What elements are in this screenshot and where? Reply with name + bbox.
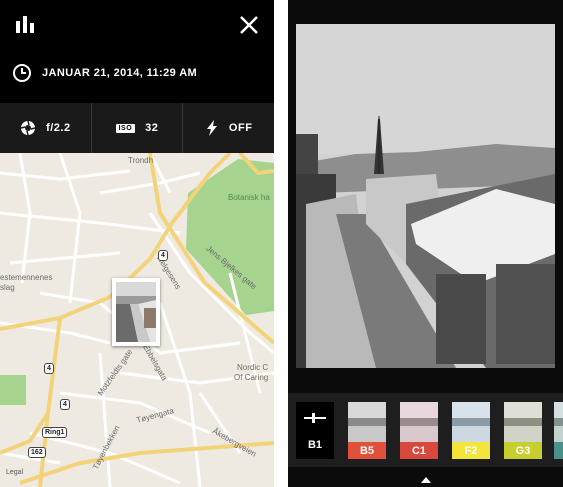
filter-thumbnail[interactable]: B5 (348, 402, 386, 459)
street-label: Trondh (128, 156, 154, 165)
capture-date-row: JANUAR 21, 2014, 11:29 AM (12, 62, 197, 84)
filter-label: B5 (348, 442, 386, 459)
filter-selected[interactable]: B1 (296, 402, 334, 459)
road-number-badge: Ring1 (42, 427, 68, 438)
legal-link[interactable]: Legal (6, 469, 23, 476)
expand-tray-arrow-icon[interactable] (421, 477, 431, 483)
filter-label: G3 (504, 442, 542, 459)
filter-thumbnail[interactable] (554, 402, 563, 459)
stats-button[interactable] (12, 12, 38, 38)
filter-preview (400, 402, 438, 442)
clock-icon (13, 64, 31, 82)
photo-location-pin[interactable] (112, 278, 160, 346)
filter-thumbnail[interactable]: C1 (400, 402, 438, 459)
flash-icon (206, 120, 217, 136)
iso-value: 32 (145, 122, 159, 134)
filter-label (554, 442, 563, 459)
filter-label: C1 (400, 442, 438, 459)
photo-info-panel: JANUAR 21, 2014, 11:29 AM f/2.2 ISO 32 O… (0, 0, 274, 487)
aperture-icon (20, 120, 36, 136)
filter-thumbnail[interactable]: G3 (504, 402, 542, 459)
road-number-badge: 4 (44, 363, 54, 374)
exif-bar: f/2.2 ISO 32 OFF (0, 103, 274, 153)
slider-icon (304, 413, 326, 423)
flash-value: OFF (228, 122, 253, 134)
road-number-badge: 4 (60, 399, 70, 410)
poi-label: slag (0, 283, 15, 292)
filter-preview (504, 402, 542, 442)
photo-thumbnail (116, 282, 156, 342)
photo-preview (296, 24, 555, 368)
location-map[interactable]: Trondh Botanisk ha estemennenes slag Jen… (0, 153, 274, 487)
capture-date: JANUAR 21, 2014, 11:29 AM (42, 67, 198, 79)
road-number-badge: 162 (28, 447, 46, 458)
filter-preview (452, 402, 490, 442)
poi-label: Nordic C (237, 363, 269, 372)
aperture-cell: f/2.2 (0, 103, 91, 153)
filter-preview (348, 402, 386, 442)
poi-label: Of Caring (234, 373, 269, 382)
bar-chart-icon (16, 16, 34, 33)
park-label: Botanisk ha (228, 193, 270, 202)
aperture-value: f/2.2 (46, 122, 71, 134)
iso-cell: ISO 32 (90, 103, 183, 153)
filter-strip: B1 B5 C1 F2 G3 (288, 393, 563, 467)
flash-cell: OFF (182, 103, 274, 153)
road-number-badge: 4 (158, 250, 168, 261)
close-button[interactable] (236, 12, 262, 38)
filter-label: B1 (307, 439, 323, 451)
filter-label: F2 (452, 442, 490, 459)
iso-icon: ISO (115, 123, 136, 133)
close-icon (240, 16, 258, 34)
filter-thumbnail[interactable]: F2 (452, 402, 490, 459)
photo-editor-panel: B1 B5 C1 F2 G3 (288, 0, 563, 487)
filter-preview (554, 402, 563, 442)
poi-label: estemennenes (0, 273, 53, 282)
